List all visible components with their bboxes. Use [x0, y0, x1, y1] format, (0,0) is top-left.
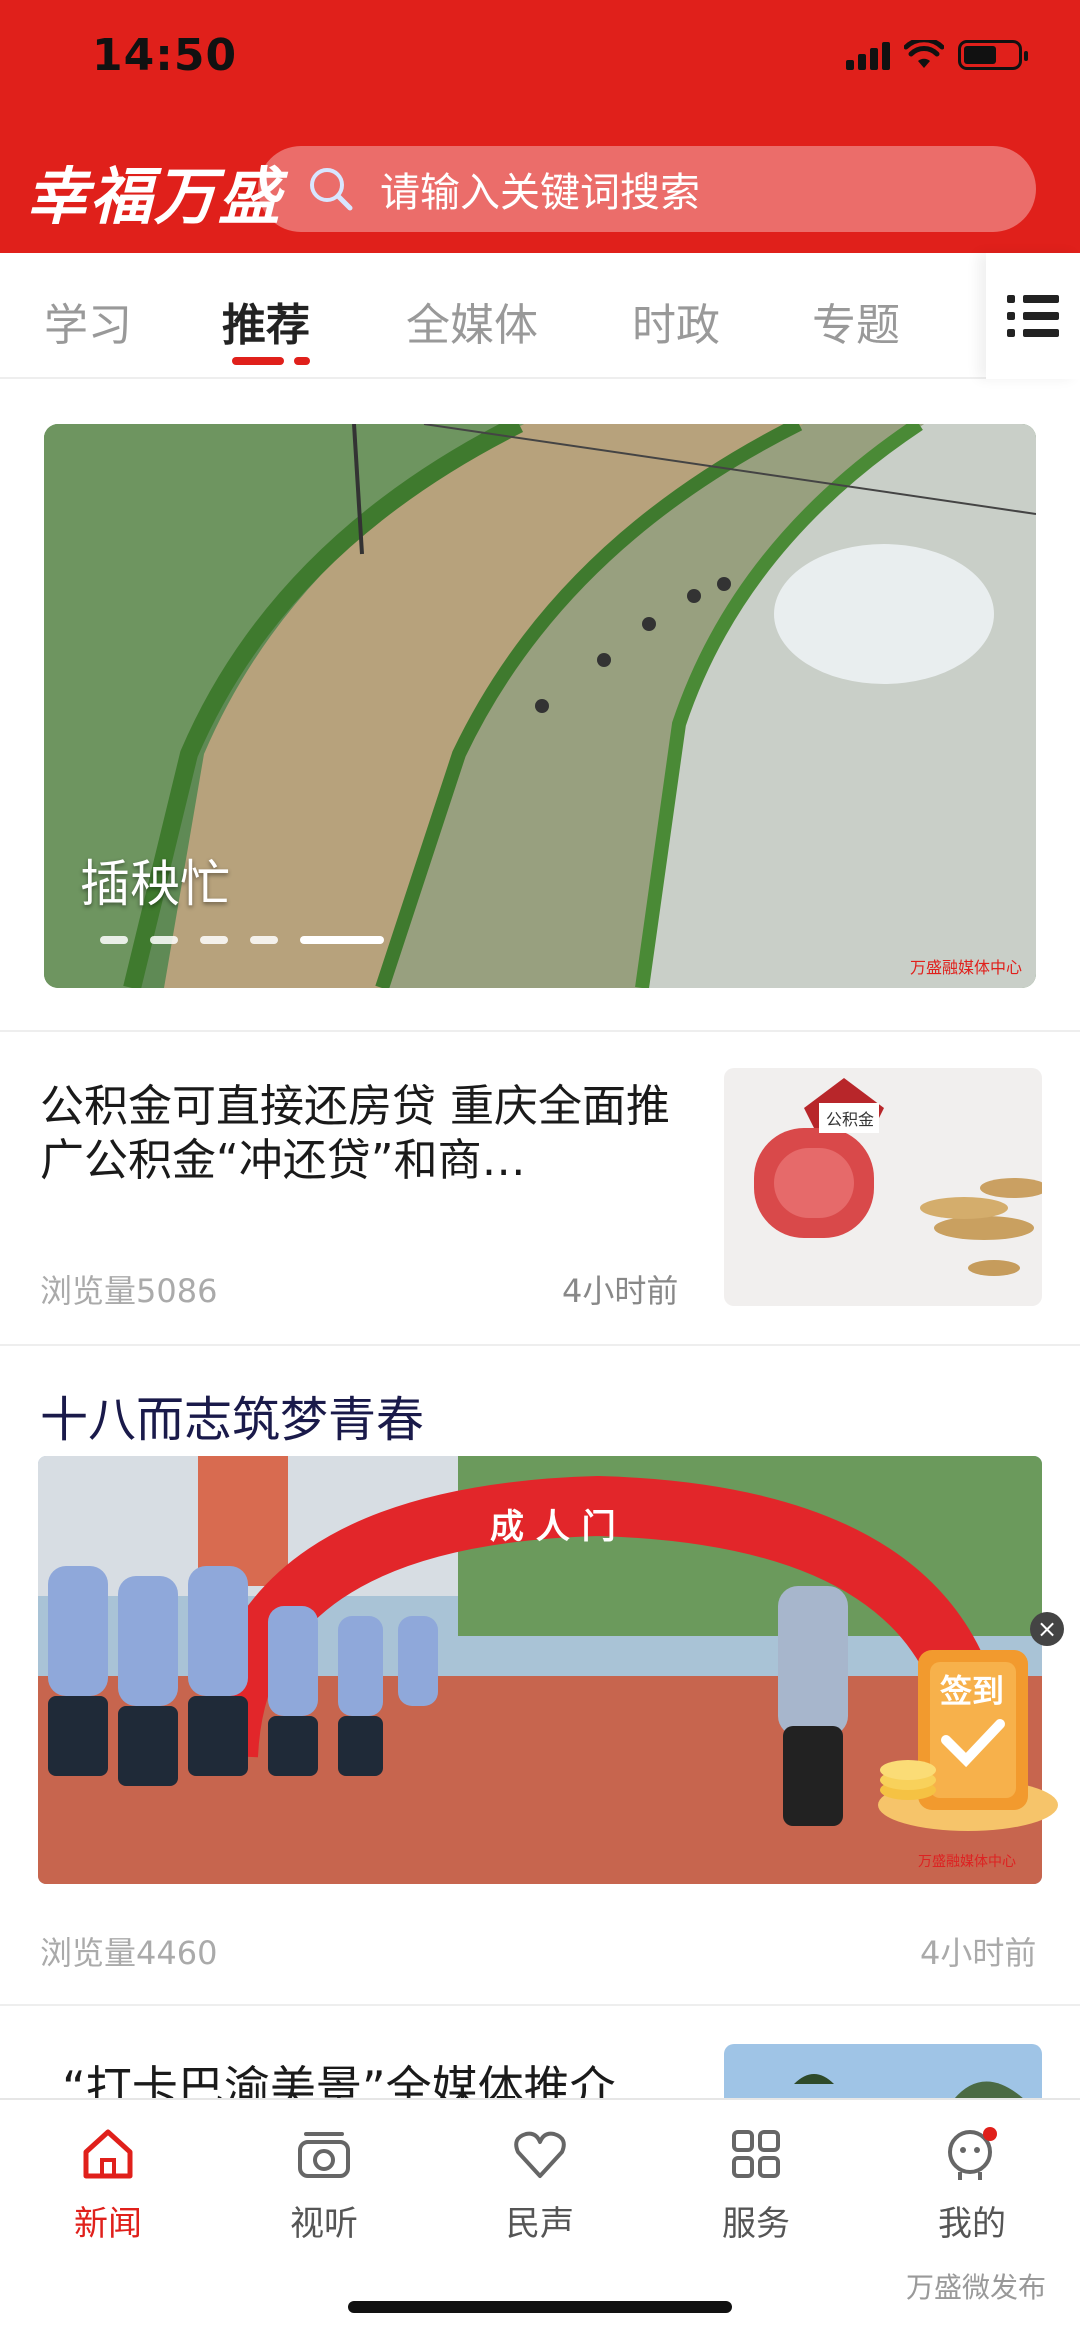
thumb-label: 公积金: [826, 1110, 874, 1129]
grid-icon: [732, 2130, 780, 2178]
view-count: 浏览量4460: [40, 1934, 218, 1972]
close-icon[interactable]: ×: [1030, 1612, 1064, 1646]
home-indicator[interactable]: [348, 2301, 732, 2313]
category-tabs: 学习 推荐 全媒体 时政 专题: [0, 253, 1080, 379]
cellular-signal-icon: [846, 40, 890, 70]
divider: [0, 2004, 1080, 2006]
news-title[interactable]: 十八而志筑梦青春: [40, 1380, 424, 1450]
checkin-icon: 签到: [878, 1650, 1058, 1831]
tab-all-media[interactable]: 全媒体: [406, 289, 538, 353]
tab-recommend[interactable]: 推荐: [222, 289, 310, 353]
publisher-watermark: 万盛微发布: [905, 2271, 1046, 2304]
nav-news[interactable]: 新闻: [38, 2124, 178, 2245]
wifi-icon: [904, 40, 944, 68]
app-logo: 幸福万盛: [26, 160, 283, 233]
nav-label: 视听: [290, 2204, 358, 2244]
arch-text: 成 人 门: [490, 1507, 616, 1547]
banner-caption: 插秧忙: [80, 855, 230, 913]
battery-icon: [958, 40, 1028, 70]
home-icon: [83, 2129, 133, 2179]
news-title[interactable]: 公积金可直接还房贷 重庆全面推广公积金“冲还贷”和商…: [40, 1080, 700, 1188]
thumbnail-image: 公积金: [724, 1068, 1042, 1306]
nav-label: 服务: [722, 2204, 790, 2244]
status-time: 14:50: [92, 30, 238, 81]
notification-badge: [983, 2127, 997, 2141]
active-tab-indicator: [232, 357, 310, 365]
divider: [0, 1030, 1080, 1032]
search-bar[interactable]: 请输入关键词搜索: [258, 146, 1036, 232]
nav-label: 民声: [506, 2204, 574, 2244]
nav-profile[interactable]: 我的: [902, 2124, 1042, 2245]
news-thumbnail[interactable]: 公积金: [724, 1068, 1042, 1306]
nav-label: 我的: [938, 2204, 1006, 2244]
publish-time: 4小时前: [562, 1272, 679, 1310]
tab-study[interactable]: 学习: [44, 289, 132, 353]
checkin-widget[interactable]: 签到 ×: [868, 1612, 1068, 1860]
search-icon: [310, 168, 353, 211]
heart-icon: [514, 2131, 566, 2178]
divider: [0, 1344, 1080, 1346]
carousel-indicator: [100, 936, 384, 944]
nav-label: 新闻: [74, 2204, 142, 2244]
user-icon: [948, 2127, 997, 2180]
publish-time: 4小时前: [920, 1934, 1037, 1972]
search-placeholder: 请输入关键词搜索: [380, 170, 700, 216]
tab-politics[interactable]: 时政: [632, 289, 720, 353]
nav-media[interactable]: 视听: [254, 2124, 394, 2245]
radio-icon: [298, 2132, 350, 2178]
carousel-banner[interactable]: 插秧忙 万盛融媒体中心: [44, 424, 1036, 988]
tab-special[interactable]: 专题: [812, 289, 900, 353]
app-header: 14:50 幸福万盛 请输入关键词搜索: [0, 0, 1080, 253]
view-count: 浏览量5086: [40, 1272, 218, 1310]
nav-voice[interactable]: 民声: [470, 2124, 610, 2245]
channel-menu-button[interactable]: [986, 253, 1080, 379]
status-icons: [846, 40, 1028, 70]
banner-watermark: 万盛融媒体中心: [909, 958, 1022, 977]
nav-services[interactable]: 服务: [686, 2124, 826, 2245]
checkin-label: 签到: [940, 1672, 1004, 1710]
